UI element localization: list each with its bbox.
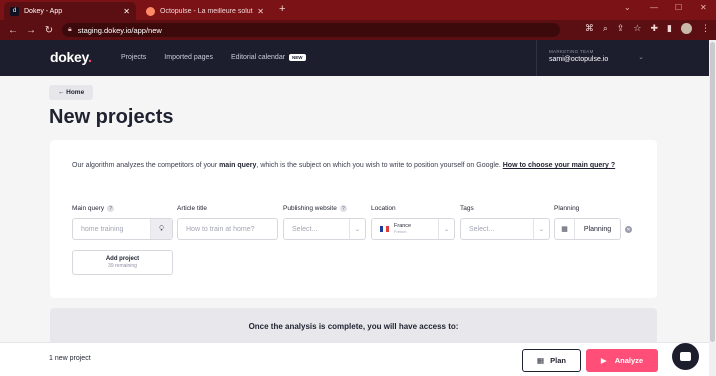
play-icon: ▶ [600, 356, 607, 365]
remaining-count: 39 remaining [108, 263, 137, 269]
planning-button[interactable]: ▦ Planning [554, 218, 621, 240]
how-to-choose-link[interactable]: How to choose your main query ? [503, 162, 615, 169]
browser-tab-bar: d Dokey - App ✕ Octopulse - La meilleure… [0, 0, 716, 20]
arrow-left-icon: ← [57, 89, 67, 96]
profile-avatar[interactable] [681, 23, 692, 34]
close-icon[interactable]: ✕ [257, 7, 264, 16]
main-query-input[interactable]: home training 💡︎ [72, 218, 173, 240]
calendar-icon: ▦ [537, 356, 545, 365]
url-input[interactable]: 🔒︎ staging.dokey.io/app/new [62, 23, 560, 37]
nav-projects[interactable]: Projects [121, 54, 146, 61]
chevron-down-icon: ⌄ [438, 219, 454, 239]
new-badge: NEW [289, 54, 306, 61]
reload-icon[interactable]: ↻ [40, 25, 58, 36]
page-title: New projects [49, 106, 174, 128]
window-close-icon[interactable]: ✕ [700, 3, 707, 12]
chevron-down-icon: ⌄ [533, 219, 549, 239]
help-icon[interactable]: ? [339, 205, 347, 212]
help-icon[interactable]: ? [107, 205, 115, 212]
analysis-heading: Once the analysis is complete, you will … [248, 322, 459, 331]
france-flag-icon [380, 226, 389, 232]
chat-icon[interactable] [672, 343, 699, 370]
remove-row-icon[interactable]: ✕ [625, 226, 632, 233]
lightbulb-icon[interactable]: 💡︎ [150, 219, 172, 239]
close-icon[interactable]: ✕ [123, 7, 130, 16]
forward-arrow-icon[interactable]: → [22, 25, 40, 36]
planning-label: Planning [554, 205, 580, 212]
tab-title: Dokey - App [24, 7, 63, 15]
lock-icon: 🔒︎ [68, 26, 72, 33]
dokey-logo[interactable]: dokey. [50, 49, 92, 65]
tab-dokey[interactable]: d Dokey - App ✕ [4, 2, 136, 20]
publishing-website-select[interactable]: Select... ⌄ [283, 218, 366, 240]
article-title-input[interactable]: How to train at home? [177, 218, 278, 240]
nav-editorial-calendar[interactable]: Editorial calendar NEW [231, 54, 306, 61]
analyze-button[interactable]: ▶ Analyze [586, 349, 658, 372]
location-label: Location [371, 205, 396, 212]
menu-icon[interactable]: ⋮ [701, 23, 710, 34]
intro-text: Our algorithm analyzes the competitors o… [72, 162, 616, 169]
add-project-button[interactable]: Add project 39 remaining [72, 250, 173, 275]
zoom-icon[interactable]: ⌕ [603, 23, 608, 34]
main-query-label: Main query? [72, 205, 115, 212]
main-nav: Projects Imported pages Editorial calend… [121, 54, 306, 61]
new-project-card: Our algorithm analyzes the competitors o… [50, 140, 657, 298]
translate-icon[interactable]: ⌘ [585, 23, 594, 34]
minimize-icon[interactable]: — [650, 3, 658, 12]
calendar-icon: ▦ [555, 219, 575, 239]
tags-select[interactable]: Select... ⌄ [460, 218, 550, 240]
scrollbar[interactable] [709, 40, 716, 376]
article-title-label: Article title [177, 205, 207, 212]
chevron-down-icon: ⌄ [638, 54, 644, 61]
maximize-icon[interactable]: ☐ [675, 3, 682, 12]
sidepanel-icon[interactable]: ▮ [667, 23, 672, 34]
location-select[interactable]: France French ⌄ [371, 218, 455, 240]
share-icon[interactable]: ⇪ [617, 23, 625, 34]
home-button[interactable]: ← Home [49, 85, 93, 100]
project-count: 1 new project [49, 355, 91, 362]
tags-label: Tags [460, 205, 474, 212]
new-tab-icon[interactable]: + [279, 3, 285, 15]
dokey-favicon-icon: d [10, 6, 19, 16]
octopus-icon [146, 6, 155, 16]
plan-button[interactable]: ▦ Plan [522, 349, 581, 372]
back-arrow-icon[interactable]: ← [4, 25, 22, 36]
chevron-down-icon: ⌄ [349, 219, 365, 239]
address-bar-row: ← → ↻ 🔒︎ staging.dokey.io/app/new ⌘ ⌕ ⇪ … [0, 20, 716, 40]
tab-title: Octopulse - La meilleure solution [160, 7, 254, 15]
chevron-down-icon[interactable]: ⌄ [624, 3, 631, 12]
extensions-icon[interactable]: ✚ [651, 23, 659, 34]
tab-octopulse[interactable]: Octopulse - La meilleure solution ✕ [140, 2, 270, 20]
browser-toolbar: ⌘ ⌕ ⇪ ☆ ✚ ▮ ⋮ [585, 23, 710, 34]
publishing-website-label: Publishing website? [283, 205, 347, 212]
url-text: staging.dokey.io/app/new [77, 25, 162, 35]
nav-imported-pages[interactable]: Imported pages [164, 54, 213, 61]
star-icon[interactable]: ☆ [633, 23, 641, 34]
action-bar: 1 new project ▦ Plan ▶ Analyze [0, 342, 716, 376]
account-menu[interactable]: MARKETING TEAM sami@octopulse.io ⌄ [536, 40, 656, 76]
